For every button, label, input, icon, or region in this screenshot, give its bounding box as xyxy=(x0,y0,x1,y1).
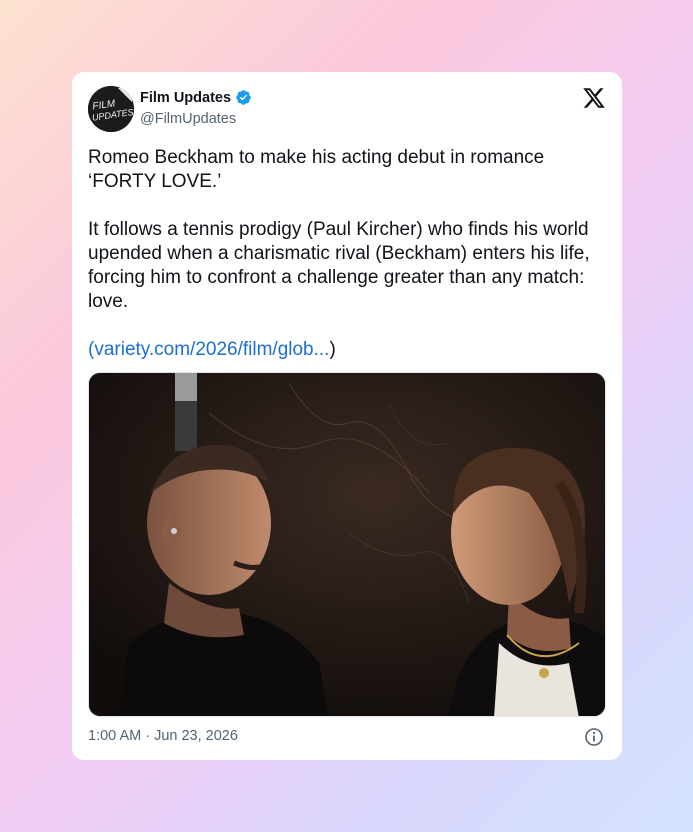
article-link[interactable]: variety.com/2026/film/glob... xyxy=(94,339,329,360)
info-icon[interactable] xyxy=(584,727,604,747)
x-logo-icon[interactable] xyxy=(582,86,606,110)
tweet-media-image[interactable] xyxy=(88,372,606,717)
tweet-body: It follows a tennis prodigy (Paul Kirche… xyxy=(88,219,590,312)
tweet-headline: Romeo Beckham to make his acting debut i… xyxy=(88,147,545,192)
verified-badge-icon xyxy=(235,89,252,106)
film-updates-logo-icon: FILM UPDATES xyxy=(88,86,134,132)
tweet-link-line: (variety.com/2026/film/glob...) xyxy=(88,338,608,362)
photo-two-men-icon xyxy=(89,373,605,716)
author-handle[interactable]: @FilmUpdates xyxy=(140,111,236,127)
tweet-timestamp[interactable]: 1:00 AM · Jun 23, 2026 xyxy=(88,728,238,744)
author-display-name[interactable]: Film Updates xyxy=(140,90,231,106)
avatar[interactable]: FILM UPDATES xyxy=(88,86,134,132)
author-name-row: Film Updates xyxy=(140,89,252,106)
tweet-text: Romeo Beckham to make his acting debut i… xyxy=(88,146,608,362)
tweet-card: FILM UPDATES Film Updates @FilmUpdates R… xyxy=(72,72,622,760)
link-close-paren: ) xyxy=(329,339,336,360)
